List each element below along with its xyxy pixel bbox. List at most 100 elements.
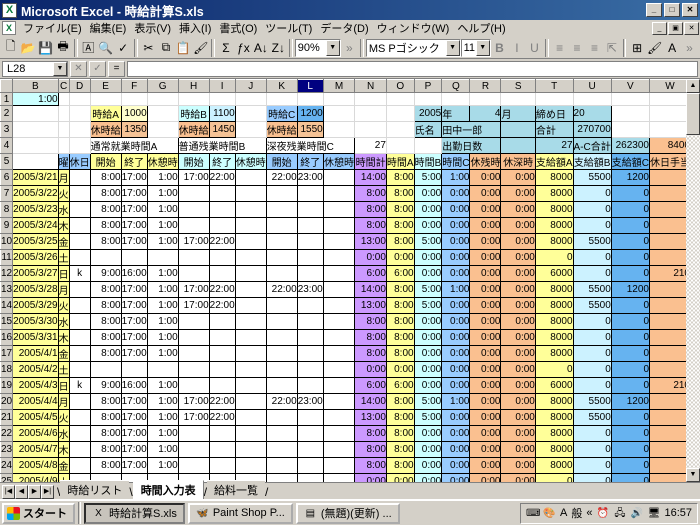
cell-total[interactable]: 8:00	[354, 185, 387, 202]
cell-day[interactable]: 金	[57, 457, 70, 474]
cell-holiday-allowance[interactable]	[649, 281, 686, 298]
cell-c-start[interactable]	[265, 441, 298, 458]
cell-c-break[interactable]	[322, 217, 356, 234]
cell-time-a[interactable]: 0:00	[385, 249, 415, 266]
cell-a-start[interactable]: 8:00	[89, 345, 122, 362]
sheet-tab-jikan-nyuuryoku[interactable]: 時間入力表	[132, 480, 204, 499]
cell-b-start[interactable]	[177, 377, 210, 394]
cell-date[interactable]: 2005/4/9	[12, 473, 59, 482]
cell-total[interactable]: 8:00	[354, 217, 387, 234]
font-combo[interactable]: MS Pゴシック ▼	[365, 38, 461, 57]
cell-w1[interactable]	[649, 92, 686, 106]
cell-b-break[interactable]	[234, 233, 267, 250]
cell-holiday-allowance[interactable]	[649, 457, 686, 474]
palette-icon[interactable]: 🎨	[543, 507, 556, 520]
cell-b-start[interactable]	[177, 329, 210, 346]
cell-date[interactable]: 2005/4/8	[12, 457, 59, 474]
cell-time-b[interactable]: 0:00	[413, 345, 443, 362]
cell-holiday-allowance[interactable]	[649, 425, 686, 442]
cell-c-end[interactable]	[296, 361, 324, 378]
print-icon[interactable]: 🖶	[54, 38, 71, 58]
cell-holiday-allowance[interactable]	[649, 393, 686, 410]
label-kyuujikyuu-b[interactable]: 休時給	[177, 121, 210, 138]
cell-c-break[interactable]	[322, 409, 356, 426]
cell-c-break[interactable]	[322, 457, 356, 474]
cell-i1[interactable]	[209, 92, 236, 106]
cell-a-end[interactable]: 17:00	[120, 425, 148, 442]
cell-c-end[interactable]	[296, 441, 324, 458]
align-left-icon[interactable]: ≡	[551, 38, 568, 58]
tray-expand-icon[interactable]: «	[586, 507, 592, 519]
first-sheet-button[interactable]: |◀	[2, 485, 15, 499]
cell-b-start[interactable]	[177, 249, 210, 266]
cell-pay-b[interactable]: 0	[572, 329, 612, 346]
cell-pay-c[interactable]: 0	[610, 345, 651, 362]
cell-q1[interactable]	[441, 92, 471, 106]
cell-holiday-ot[interactable]: 0:00	[469, 329, 502, 346]
last-sheet-button[interactable]: ▶|	[41, 485, 54, 499]
cell-o1[interactable]	[386, 92, 415, 106]
taskbar-item-excel[interactable]: X 時給計算S.xls	[84, 502, 185, 524]
cell-time-a[interactable]: 6:00	[385, 265, 415, 282]
cell-time-c[interactable]: 0:00	[441, 425, 471, 442]
cell-f1[interactable]	[121, 92, 148, 106]
column-label-15[interactable]: 休残時	[469, 153, 502, 170]
cell-time-c[interactable]: 1:00	[441, 281, 471, 298]
cell-c-start[interactable]	[265, 201, 298, 218]
cell-a-end[interactable]: 17:00	[120, 329, 148, 346]
cell-time-b[interactable]: 0:00	[413, 249, 443, 266]
cell-b-end[interactable]	[208, 425, 236, 442]
info-year-unit[interactable]: 年	[441, 105, 471, 122]
column-label-1[interactable]: 休日	[68, 153, 91, 170]
row-header-22[interactable]: 22	[0, 425, 14, 442]
cell-c-end[interactable]	[296, 425, 324, 442]
font-color-icon[interactable]: A	[663, 38, 680, 58]
maximize-button[interactable]: □	[664, 3, 680, 17]
cell-d3[interactable]	[69, 121, 91, 138]
label-jikyuu-c[interactable]: 時給C	[265, 105, 298, 122]
column-label-17[interactable]: 支給額A	[534, 153, 574, 170]
cell-pay-c[interactable]: 0	[610, 265, 651, 282]
cell-holiday-allowance[interactable]	[649, 313, 686, 330]
volume-icon[interactable]: 🔊	[630, 507, 643, 520]
cell-holiday[interactable]	[68, 361, 91, 378]
menu-item-window[interactable]: ウィンドウ(W)	[373, 19, 454, 37]
column-label-6[interactable]: 終了	[208, 153, 236, 170]
borders-icon[interactable]: ⊞	[628, 38, 645, 58]
cell-pay-a[interactable]: 8000	[534, 409, 574, 426]
value-kyuujikyuu-a[interactable]: 1350	[120, 121, 148, 138]
info-days-label[interactable]: 出勤日数	[441, 137, 502, 154]
cell-e1[interactable]	[90, 92, 122, 106]
cell-c-break[interactable]	[322, 201, 356, 218]
row-header-4[interactable]: 4	[0, 137, 14, 154]
cell-holiday-ot[interactable]: 0:00	[469, 345, 502, 362]
cell-c-break[interactable]	[322, 441, 356, 458]
value-kyuujikyuu-b[interactable]: 1450	[208, 121, 236, 138]
cell-pay-c[interactable]: 0	[610, 361, 651, 378]
cell-c-start[interactable]	[265, 313, 298, 330]
column-header-d[interactable]: D	[68, 79, 91, 93]
cell-time-b[interactable]: 0:00	[413, 217, 443, 234]
cell-d4[interactable]	[69, 137, 91, 154]
cell-c-start[interactable]	[265, 265, 298, 282]
cell-b-start[interactable]: 17:00	[177, 233, 210, 250]
column-header-f[interactable]: F	[120, 79, 148, 93]
cell-pay-a[interactable]: 0	[534, 249, 574, 266]
cell-time-b[interactable]: 0:00	[413, 473, 443, 482]
cell-holiday[interactable]	[68, 233, 91, 250]
cell-time-c[interactable]: 0:00	[441, 473, 471, 482]
cell-a-start[interactable]: 8:00	[89, 441, 122, 458]
menu-item-tools[interactable]: ツール(T)	[261, 19, 316, 37]
cell-c-end[interactable]	[296, 377, 324, 394]
cell-b-break[interactable]	[234, 377, 267, 394]
format-painter-icon[interactable]: 🖌	[192, 38, 209, 58]
cell-total[interactable]: 6:00	[354, 377, 387, 394]
cell-time-c[interactable]: 0:00	[441, 217, 471, 234]
cell-b-break[interactable]	[234, 457, 267, 474]
cell-day[interactable]: 日	[57, 377, 70, 394]
cell-date[interactable]: 2005/3/28	[12, 281, 59, 298]
sort-descending-icon[interactable]: Z↓	[270, 38, 287, 58]
cell-b-break[interactable]	[234, 361, 267, 378]
cell-c-break[interactable]	[322, 249, 356, 266]
cell-q4[interactable]	[500, 137, 536, 154]
